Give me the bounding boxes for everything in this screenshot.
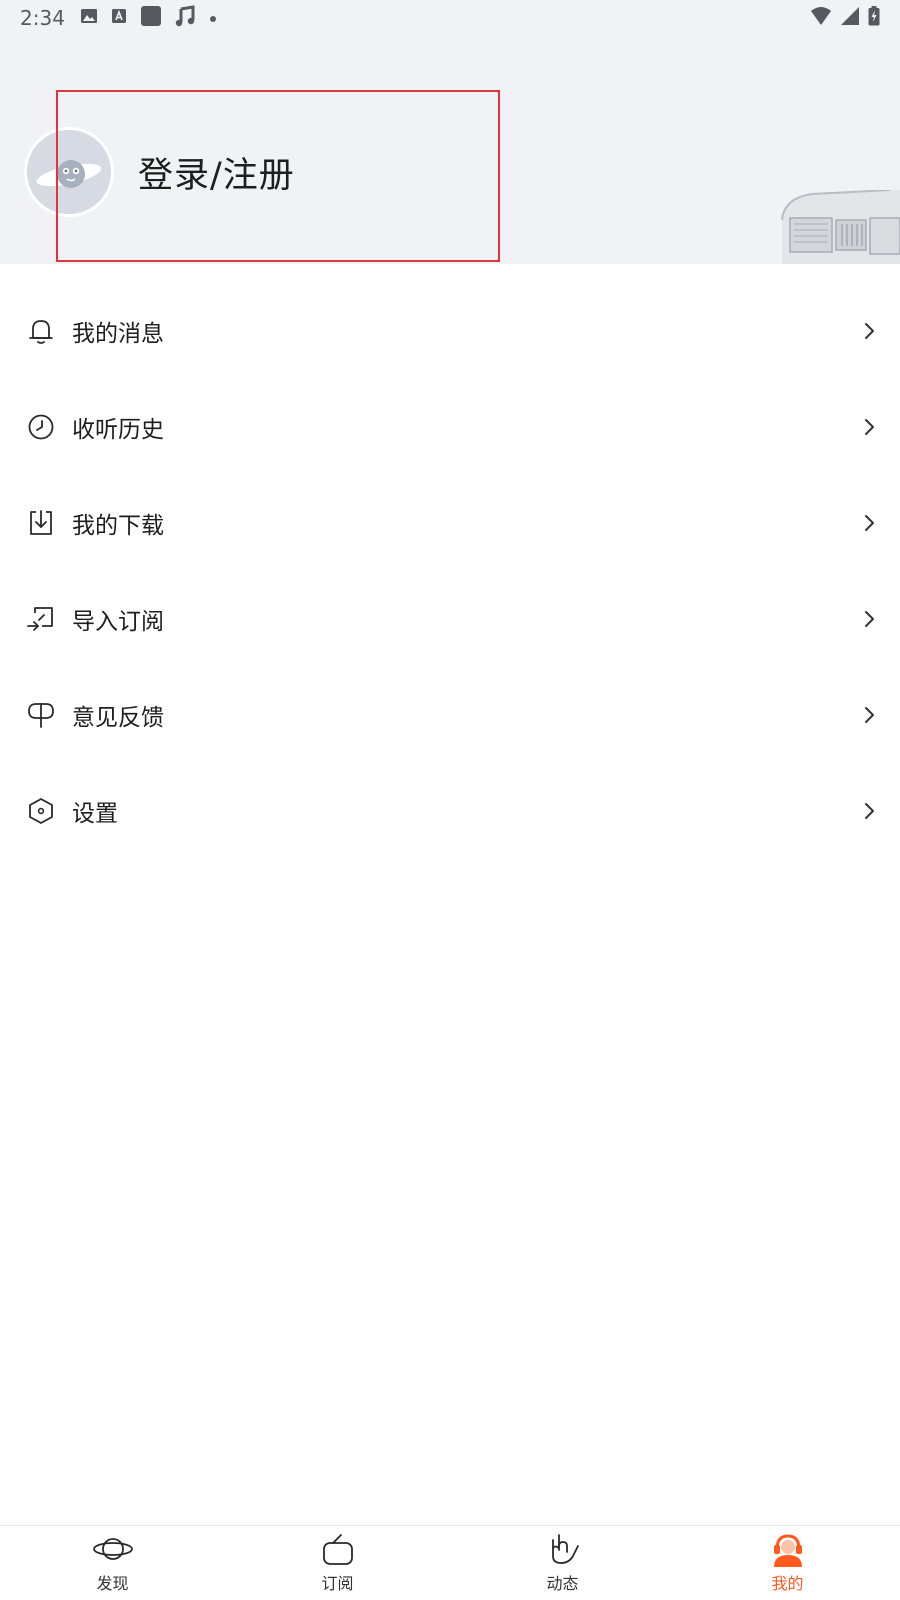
bottom-navigation: 发现 订阅 动态 我的	[0, 1525, 900, 1600]
battery-charging-icon	[868, 6, 880, 30]
status-bar: 2:34	[0, 0, 900, 36]
menu-list: 我的消息 收听历史 我的下载 导入订阅 意见反馈 设置	[0, 283, 900, 859]
menu-item-label: 导入订阅	[72, 609, 164, 635]
settings-hexagon-icon	[26, 796, 56, 826]
menu-item-label: 我的下载	[72, 513, 164, 539]
chevron-right-icon	[862, 609, 876, 629]
chevron-right-icon	[862, 417, 876, 437]
music-note-icon	[174, 5, 196, 31]
status-right-icons	[810, 6, 880, 30]
tab-label: 我的	[771, 1574, 804, 1593]
tab-discover[interactable]: 发现	[0, 1526, 225, 1600]
download-icon	[26, 508, 56, 538]
user-headphones-icon	[773, 1534, 802, 1567]
status-left-icons	[80, 5, 218, 31]
chevron-right-icon	[862, 513, 876, 533]
tab-label: 动态	[546, 1574, 579, 1593]
image-icon	[80, 7, 98, 29]
vintage-radio-illustration	[772, 189, 900, 264]
menu-item-history[interactable]: 收听历史	[0, 379, 900, 475]
tab-mine[interactable]: 我的	[675, 1526, 900, 1600]
chevron-right-icon	[862, 801, 876, 821]
menu-item-feedback[interactable]: 意见反馈	[0, 667, 900, 763]
bell-icon	[26, 316, 56, 346]
menu-item-messages[interactable]: 我的消息	[0, 283, 900, 379]
menu-item-label: 我的消息	[72, 321, 164, 347]
menu-item-import[interactable]: 导入订阅	[0, 571, 900, 667]
import-icon	[26, 604, 56, 634]
hand-icon	[551, 1534, 579, 1564]
dot-icon	[208, 9, 218, 28]
highlight-box	[56, 90, 500, 262]
tab-label: 发现	[96, 1574, 129, 1593]
chevron-right-icon	[862, 705, 876, 725]
signal-icon	[840, 6, 860, 30]
tv-icon	[322, 1534, 353, 1565]
feedback-icon	[26, 700, 56, 730]
planet-icon	[92, 1538, 133, 1560]
clock-icon	[26, 412, 56, 442]
menu-item-label: 设置	[72, 801, 118, 827]
menu-item-downloads[interactable]: 我的下载	[0, 475, 900, 571]
wifi-icon	[810, 6, 832, 30]
tab-label: 订阅	[321, 1574, 354, 1593]
chevron-right-icon	[862, 321, 876, 341]
square-icon	[140, 5, 162, 31]
tab-moments[interactable]: 动态	[450, 1526, 675, 1600]
status-time: 2:34	[20, 6, 65, 30]
menu-item-settings[interactable]: 设置	[0, 763, 900, 859]
profile-header: 2:34 登录/注册	[0, 0, 900, 264]
font-a-icon	[110, 7, 128, 29]
tab-subscribe[interactable]: 订阅	[225, 1526, 450, 1600]
menu-item-label: 收听历史	[72, 417, 164, 443]
menu-item-label: 意见反馈	[72, 705, 164, 731]
